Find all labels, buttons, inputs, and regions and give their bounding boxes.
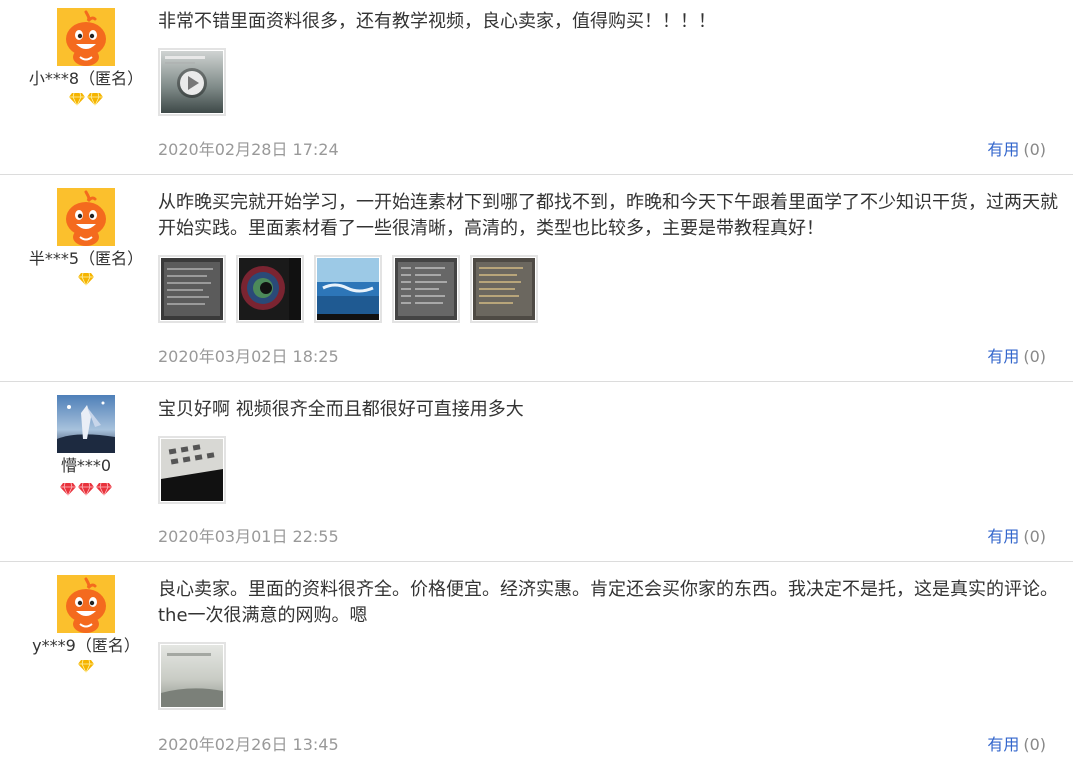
avatar[interactable]	[57, 395, 115, 453]
avatar[interactable]	[57, 8, 115, 66]
review-date: 2020年02月28日 17:24	[158, 140, 339, 159]
diamond-icon	[96, 482, 112, 496]
review-text: 良心卖家。里面的资料很齐全。价格便宜。经济实惠。肯定还会买你家的东西。我决定不是…	[158, 579, 1058, 626]
review-text: 非常不错里面资料很多，还有教学视频，良心卖家，值得购买！！！！	[158, 11, 716, 32]
review-image-thumbnail[interactable]	[158, 436, 226, 504]
divider	[0, 561, 1073, 562]
useful-button[interactable]: 有用 (0)	[987, 136, 1046, 160]
useful-label[interactable]: 有用	[987, 140, 1019, 159]
review-image-thumbnail[interactable]	[314, 255, 382, 323]
review-image-thumbnail[interactable]	[158, 642, 226, 710]
reputation-badges	[0, 92, 172, 108]
reviewer-info: y***9（匿名）	[0, 575, 172, 675]
review-video-thumbnail[interactable]	[158, 48, 226, 116]
review-date: 2020年03月01日 22:55	[158, 527, 339, 546]
reviewer-info: 小***8（匿名）	[0, 8, 172, 108]
useful-label[interactable]: 有用	[987, 527, 1019, 546]
diamond-icon	[78, 482, 94, 496]
reviewer-info: 懵***0	[0, 395, 172, 498]
useful-label[interactable]: 有用	[987, 735, 1019, 754]
avatar[interactable]	[57, 575, 115, 633]
reviewer-name: 懵***0	[60, 456, 112, 475]
diamond-icon	[60, 482, 76, 496]
review-image-thumbnail[interactable]	[470, 255, 538, 323]
useful-button[interactable]: 有用 (0)	[987, 731, 1046, 755]
reputation-badges	[0, 659, 172, 675]
reviewer-name: y***9（匿名）	[32, 636, 140, 655]
reviewer-info: 半***5（匿名）	[0, 188, 172, 288]
diamond-icon	[78, 659, 94, 673]
review-text: 从昨晚买完就开始学习，一开始连素材下到哪了都找不到，昨晚和今天下午跟着里面学了不…	[158, 192, 1058, 239]
review-text: 宝贝好啊 视频很齐全而且都很好可直接用多大	[158, 399, 524, 420]
useful-count: (0)	[1023, 735, 1046, 754]
useful-label[interactable]: 有用	[987, 347, 1019, 366]
review-image-thumbnail[interactable]	[158, 255, 226, 323]
divider	[0, 174, 1073, 175]
review-image-thumbnail[interactable]	[236, 255, 304, 323]
reviewer-name: 半***5（匿名）	[28, 249, 144, 268]
useful-count: (0)	[1023, 347, 1046, 366]
diamond-icon	[78, 272, 94, 286]
review-date: 2020年02月26日 13:45	[158, 735, 339, 754]
reviewer-name: 小***8（匿名）	[28, 69, 144, 88]
review-date: 2020年03月02日 18:25	[158, 347, 339, 366]
reputation-badges	[0, 272, 172, 288]
useful-count: (0)	[1023, 527, 1046, 546]
useful-count: (0)	[1023, 140, 1046, 159]
diamond-icon	[69, 92, 85, 106]
useful-button[interactable]: 有用 (0)	[987, 343, 1046, 367]
review-image-thumbnail[interactable]	[392, 255, 460, 323]
diamond-icon	[87, 92, 103, 106]
reputation-badges	[0, 482, 172, 498]
useful-button[interactable]: 有用 (0)	[987, 523, 1046, 547]
divider	[0, 381, 1073, 382]
avatar[interactable]	[57, 188, 115, 246]
